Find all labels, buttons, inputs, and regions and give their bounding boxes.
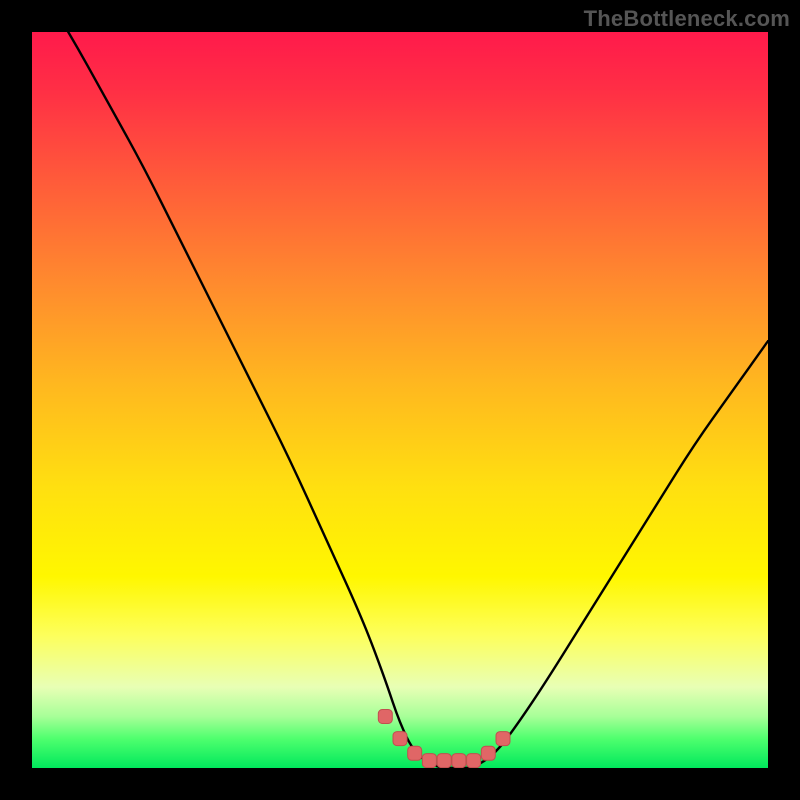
- plateau-marker: [408, 746, 422, 760]
- plateau-marker: [496, 732, 510, 746]
- plateau-marker: [422, 754, 436, 768]
- watermark-text: TheBottleneck.com: [584, 6, 790, 32]
- plateau-marker: [378, 710, 392, 724]
- chart-frame: TheBottleneck.com: [0, 0, 800, 800]
- bottleneck-curve: [32, 32, 768, 768]
- plateau-marker: [437, 754, 451, 768]
- plateau-marker: [467, 754, 481, 768]
- plot-area: [32, 32, 768, 768]
- plateau-marker: [452, 754, 466, 768]
- plateau-marker: [481, 746, 495, 760]
- curve-layer: [32, 32, 768, 768]
- plateau-marker: [393, 732, 407, 746]
